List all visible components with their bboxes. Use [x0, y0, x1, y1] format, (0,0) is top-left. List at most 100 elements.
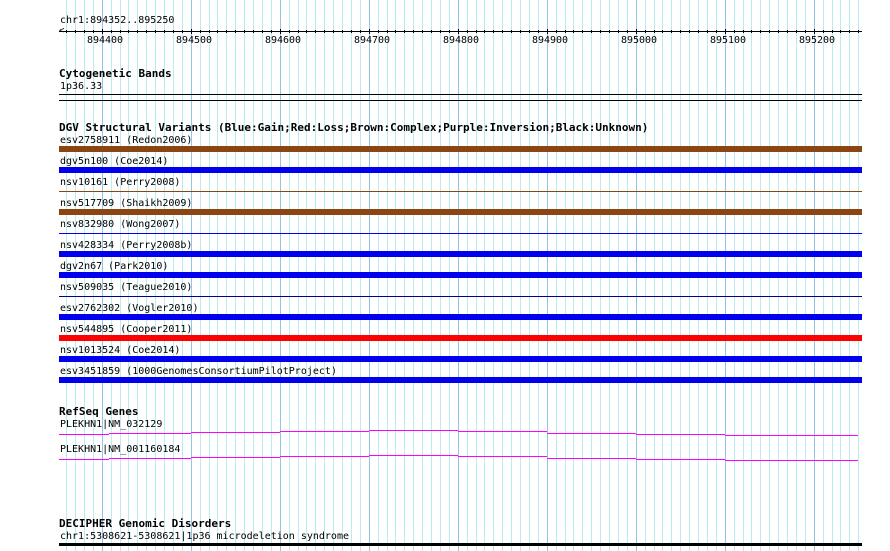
ruler-tick [725, 29, 726, 34]
dgv-variant-bar[interactable] [59, 314, 862, 320]
gene-segment[interactable] [458, 431, 547, 432]
ruler-label: 894800 [442, 35, 480, 46]
dgv-variant-bar[interactable] [59, 251, 862, 257]
dgv-variant-bar[interactable] [59, 335, 862, 341]
ruler-tick [858, 30, 859, 33]
ruler-tick [467, 30, 468, 33]
dgv-variant-bar[interactable] [59, 233, 862, 234]
ruler-tick [75, 30, 76, 33]
decipher-item[interactable]: chr1:5308621-5308621|1p36 microdeletion … [60, 531, 349, 542]
dgv-variant-label[interactable]: esv2758911 (Redon2006) [60, 135, 192, 146]
dgv-variant-label[interactable]: esv2762302 (Vogler2010) [60, 303, 198, 314]
gene-segment[interactable] [280, 431, 369, 432]
ruler-tick [556, 30, 557, 33]
ruler-tick [787, 30, 788, 33]
dgv-variant-bar[interactable] [59, 146, 862, 152]
gene-segment[interactable] [369, 455, 458, 456]
refseq-gene-label[interactable]: PLEKHN1|NM_001160184 [60, 444, 180, 455]
ruler-tick [769, 30, 770, 33]
dgv-variant-label[interactable]: nsv428334 (Perry2008b) [60, 240, 192, 251]
left-arrow-icon[interactable]: < [59, 27, 64, 36]
dgv-variant-bar[interactable] [59, 356, 862, 362]
ruler-tick [716, 30, 717, 33]
ruler-tick [413, 30, 414, 33]
gene-segment[interactable] [59, 434, 109, 435]
ruler-tick [315, 30, 316, 33]
ruler-tick [66, 30, 67, 33]
dgv-variant-label[interactable]: nsv832980 (Wong2007) [60, 219, 180, 230]
gene-segment[interactable] [725, 435, 858, 436]
gene-segment[interactable] [109, 458, 191, 459]
gene-segment[interactable] [725, 460, 858, 461]
gene-segment[interactable] [109, 433, 191, 434]
ruler-tick [342, 30, 343, 33]
ruler-tick [387, 30, 388, 33]
gene-segment[interactable] [547, 458, 636, 459]
dgv-variant-label[interactable]: nsv509035 (Teague2010) [60, 282, 192, 293]
cytoband-line [59, 100, 862, 101]
dgv-variant-bar[interactable] [59, 209, 862, 215]
gene-segment[interactable] [191, 432, 280, 433]
ruler-tick [155, 30, 156, 33]
ruler-tick [137, 30, 138, 33]
gene-segment[interactable] [369, 430, 458, 431]
dgv-variant-bar[interactable] [59, 191, 862, 192]
decipher-bar[interactable] [59, 543, 862, 546]
dgv-variant-label[interactable]: nsv1013524 (Coe2014) [60, 345, 180, 356]
dgv-variant-label[interactable]: nsv517709 (Shaikh2009) [60, 198, 192, 209]
ruler-tick [146, 30, 147, 33]
ruler-tick [458, 29, 459, 34]
ruler-tick [832, 30, 833, 33]
ruler-tick [609, 30, 610, 33]
ruler-tick [573, 30, 574, 33]
ruler-tick [395, 30, 396, 33]
refseq-gene-label[interactable]: PLEKHN1|NM_032129 [60, 419, 162, 430]
ruler-label: 894500 [175, 35, 213, 46]
gene-segment[interactable] [458, 456, 547, 457]
ruler-tick [200, 30, 201, 33]
ruler-tick [378, 30, 379, 33]
dgv-variant-bar[interactable] [59, 377, 862, 383]
dgv-variant-label[interactable]: dgv2n67 (Park2010) [60, 261, 168, 272]
ruler-tick [636, 29, 637, 34]
gene-segment[interactable] [547, 433, 636, 434]
cytoband-item[interactable]: 1p36.33 [60, 81, 102, 92]
refseq-title: RefSeq Genes [59, 405, 139, 418]
ruler-tick [102, 29, 103, 34]
ruler-label: 894600 [264, 35, 302, 46]
ruler-tick [217, 30, 218, 33]
ruler-tick [698, 30, 699, 33]
ruler-tick [654, 30, 655, 33]
dgv-variant-bar[interactable] [59, 272, 862, 278]
dgv-variant-label[interactable]: esv3451859 (1000GenomesConsortiumPilotPr… [60, 366, 337, 377]
gene-segment[interactable] [280, 456, 369, 457]
gene-segment[interactable] [636, 459, 725, 460]
dgv-title: DGV Structural Variants (Blue:Gain;Red:L… [59, 121, 649, 134]
dgv-variant-label[interactable]: dgv5n100 (Coe2014) [60, 156, 168, 167]
decipher-title: DECIPHER Genomic Disorders [59, 517, 232, 530]
ruler-label: 894700 [353, 35, 391, 46]
gene-segment[interactable] [636, 434, 725, 435]
ruler-tick [449, 30, 450, 33]
ruler-tick [226, 30, 227, 33]
gene-segment[interactable] [59, 459, 109, 460]
ruler-tick [333, 30, 334, 33]
dgv-variant-bar[interactable] [59, 167, 862, 173]
gene-segment[interactable] [191, 457, 280, 458]
ruler-tick [253, 30, 254, 33]
ruler-tick [324, 30, 325, 33]
genome-browser-view: chr1:894352..895250 < 894400 894500 894600… [0, 0, 890, 551]
ruler-tick [751, 30, 752, 33]
ruler-tick [431, 30, 432, 33]
ruler-tick [778, 30, 779, 33]
cytoband-title: Cytogenetic Bands [59, 67, 172, 80]
ruler-tick [191, 29, 192, 34]
dgv-variant-label[interactable]: nsv544895 (Cooper2011) [60, 324, 192, 335]
dgv-variant-bar[interactable] [59, 296, 862, 297]
ruler-tick [823, 30, 824, 33]
ruler-tick [600, 30, 601, 33]
ruler-tick [671, 30, 672, 33]
ruler-tick [760, 30, 761, 33]
dgv-variant-label[interactable]: nsv10161 (Perry2008) [60, 177, 180, 188]
ruler-tick [404, 30, 405, 33]
